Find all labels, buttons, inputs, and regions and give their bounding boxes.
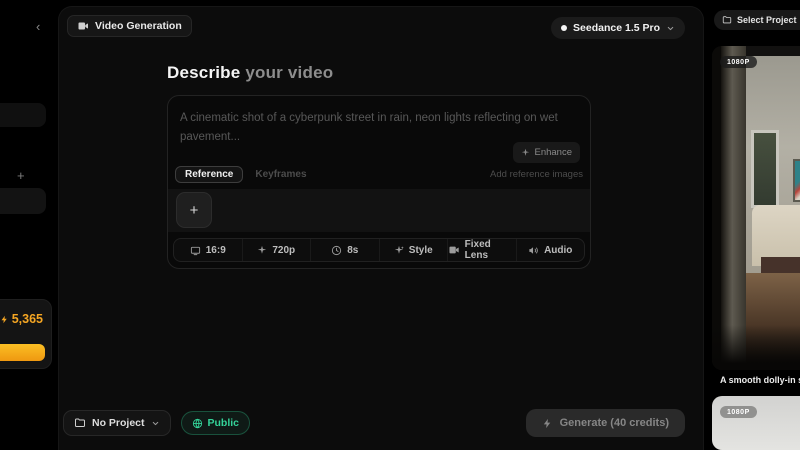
generate-label: Generate (40 credits): [560, 417, 669, 429]
folder-icon: [74, 417, 86, 429]
tab-keyframes[interactable]: Keyframes: [255, 169, 306, 180]
select-project-label: Select Project: [737, 15, 797, 25]
video-camera-icon: [77, 20, 89, 32]
app-window: ‹ + 5,365 Video Generation Seedance 1.5 …: [0, 0, 800, 450]
model-name: Seedance 1.5 Pro: [573, 22, 660, 34]
setting-label: Audio: [544, 245, 572, 256]
page-badge-label: Video Generation: [95, 20, 182, 32]
page-title: Describe your video: [167, 63, 591, 83]
settings-bar: 16:9 720p 8s Style: [173, 238, 585, 262]
audio-icon: [528, 245, 539, 256]
resolution-badge: 1080P: [720, 406, 757, 418]
collapse-sidebar-icon[interactable]: ‹: [36, 19, 40, 34]
generate-button[interactable]: Generate (40 credits): [526, 409, 685, 437]
chevron-down-icon: [666, 24, 675, 33]
sidebar-add-icon[interactable]: +: [17, 168, 25, 183]
camera-icon: [448, 244, 460, 256]
setting-label: 16:9: [206, 245, 226, 256]
credits-value: 5,365: [12, 312, 43, 326]
chevron-down-icon: [151, 419, 160, 428]
enhance-button[interactable]: Enhance: [513, 142, 580, 163]
sidebar-item[interactable]: [0, 103, 46, 127]
visibility-label: Public: [208, 417, 240, 429]
select-project-button[interactable]: Select Project: [714, 10, 800, 30]
aspect-ratio-icon: [190, 245, 201, 256]
thumbnail-art-door-frame: [721, 46, 746, 370]
prompt-card: A cinematic shot of a cyberpunk street i…: [167, 95, 591, 269]
bolt-icon: [542, 418, 553, 429]
add-reference-tile-button[interactable]: +: [176, 192, 212, 228]
title-primary: Describe: [167, 63, 240, 82]
project-selector[interactable]: No Project: [63, 410, 171, 436]
bolt-icon: [0, 315, 9, 324]
video-thumbnail[interactable]: 1080P: [712, 396, 800, 450]
duration-icon: [331, 245, 342, 256]
tab-reference[interactable]: Reference: [175, 166, 243, 183]
setting-label: 8s: [347, 245, 358, 256]
setting-label: 720p: [272, 245, 295, 256]
setting-audio[interactable]: Audio: [516, 239, 585, 261]
reference-strip: +: [168, 189, 590, 232]
enhance-row: Enhance: [168, 142, 590, 163]
resolution-icon: [257, 245, 267, 255]
credits-card: 5,365: [0, 299, 52, 369]
add-reference-images-link[interactable]: Add reference images: [490, 169, 583, 180]
resolution-badge: 1080P: [720, 56, 757, 68]
left-sidebar: ‹ + 5,365: [0, 0, 56, 450]
sparkle-icon: [521, 148, 530, 157]
tabs-row: Reference Keyframes Add reference images: [168, 163, 590, 187]
thumbnail-art-shadow: [712, 325, 800, 370]
credits-count: 5,365: [0, 312, 43, 326]
video-thumbnail[interactable]: 1080P: [712, 46, 800, 370]
setting-style[interactable]: Style: [379, 239, 448, 261]
video-caption: A smooth dolly-in shot of: [720, 375, 800, 385]
model-selector[interactable]: Seedance 1.5 Pro: [551, 17, 685, 39]
thumbnail-art-door-edge: [712, 46, 721, 370]
main-canvas: Video Generation Seedance 1.5 Pro Descri…: [58, 6, 704, 450]
style-icon: [394, 245, 404, 255]
setting-aspect-ratio[interactable]: 16:9: [174, 239, 242, 261]
setting-duration[interactable]: 8s: [310, 239, 379, 261]
thumbnail-art-painting: [793, 159, 800, 201]
title-secondary: your video: [240, 63, 333, 82]
right-panel: Select Project 1080P A smooth dolly-in s…: [710, 0, 800, 450]
globe-icon: [192, 418, 203, 429]
top-bar: Video Generation Seedance 1.5 Pro: [67, 15, 685, 39]
thumbnail-art-window: [751, 130, 778, 208]
bottom-bar: No Project Public Generate (40 credits): [63, 409, 685, 437]
setting-resolution[interactable]: 720p: [242, 239, 311, 261]
enhance-label: Enhance: [534, 147, 572, 158]
folder-icon: [722, 15, 732, 25]
setting-label: Fixed Lens: [465, 239, 516, 261]
setting-fixed-lens[interactable]: Fixed Lens: [447, 239, 516, 261]
sidebar-item[interactable]: [0, 188, 46, 214]
prompt-input[interactable]: A cinematic shot of a cyberpunk street i…: [168, 96, 590, 142]
project-selector-label: No Project: [92, 417, 145, 429]
model-dot-icon: [561, 25, 567, 31]
composer: Describe your video A cinematic shot of …: [167, 63, 591, 269]
visibility-badge[interactable]: Public: [181, 411, 251, 435]
upgrade-button[interactable]: [0, 344, 45, 361]
setting-label: Style: [409, 245, 433, 256]
page-badge-video-generation[interactable]: Video Generation: [67, 15, 192, 37]
